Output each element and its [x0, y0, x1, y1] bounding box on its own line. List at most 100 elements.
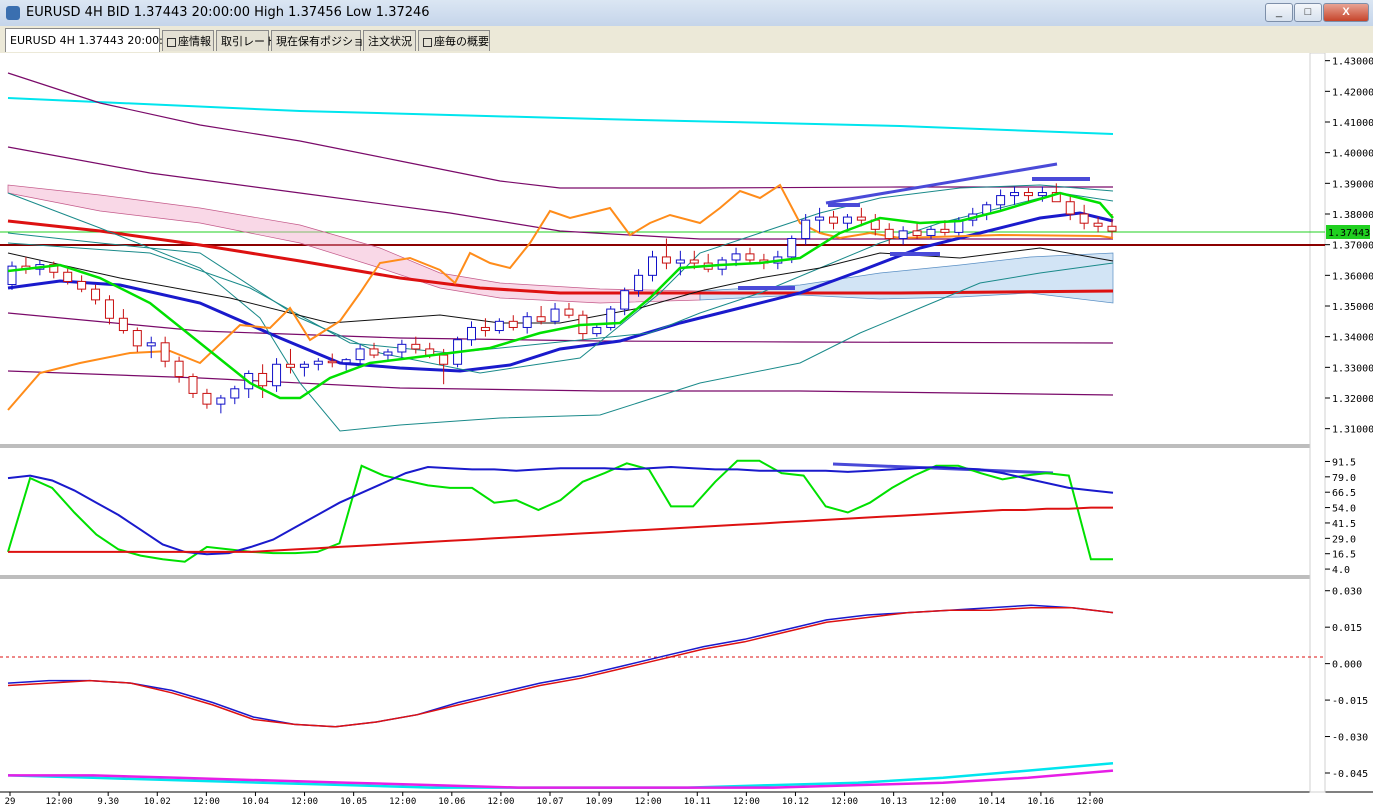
stoch-tick-label: 41.5	[1332, 519, 1356, 530]
time-tick-label: 12:00	[1076, 797, 1103, 807]
macd-tick-label: -0.045	[1332, 769, 1368, 780]
candle-body	[634, 274, 644, 292]
candle-body	[174, 360, 184, 378]
price-tick-label: 1.39000	[1332, 179, 1373, 190]
stoch-tick-label: 29.0	[1332, 534, 1356, 545]
candle-body	[1010, 192, 1020, 197]
stoch-tick-label: 54.0	[1332, 504, 1356, 515]
time-tick-label: 12:00	[635, 797, 662, 807]
tab-trade-rates[interactable]: 取引レート	[216, 30, 276, 51]
candle-body	[856, 216, 866, 221]
tab-label: 現在保有ポジション	[276, 35, 375, 48]
candle-body	[731, 253, 741, 261]
candle-body	[63, 271, 73, 282]
candle-body	[466, 326, 476, 341]
price-tick-label: 1.43000	[1332, 57, 1373, 68]
tab-open-positions[interactable]: 現在保有ポジション	[271, 30, 375, 51]
candle-body	[842, 216, 852, 224]
window-title: EURUSD 4H BID 1.37443 20:00:00 High 1.37…	[26, 5, 430, 20]
price-tick-label: 1.41000	[1332, 118, 1373, 129]
candle-body	[160, 342, 170, 362]
price-tick-label: 1.31000	[1332, 425, 1373, 436]
time-tick-label: 10.14	[978, 797, 1005, 807]
tab-label: 座情報	[178, 35, 211, 48]
tab-label: 取引レート	[221, 35, 276, 48]
price-tick-label: 1.36000	[1332, 271, 1373, 282]
candle-body	[411, 343, 421, 350]
time-tick-label: 10.09	[586, 797, 613, 807]
time-tick-label: 12:00	[487, 797, 514, 807]
candle-body	[1093, 222, 1103, 227]
candle-body	[661, 256, 671, 264]
time-tick-label: 10.04	[242, 797, 269, 807]
candle-body	[383, 351, 393, 356]
candle-body	[648, 256, 658, 276]
tab-chart[interactable]: EURUSD 4H 1.37443 20:00:00	[5, 28, 177, 52]
window-titlebar[interactable]: EURUSD 4H BID 1.37443 20:00:00 High 1.37…	[0, 0, 1373, 27]
stoch-tick-label: 79.0	[1332, 473, 1356, 484]
time-tick-label: 10.05	[340, 797, 367, 807]
candle-body	[341, 359, 351, 364]
tab-bar: EURUSD 4H 1.37443 20:00:00 座情報 取引レート 現在保…	[0, 26, 1373, 54]
tab-orders[interactable]: 注文状況	[363, 30, 416, 51]
candle-body	[132, 330, 142, 347]
candle-body	[675, 259, 685, 264]
candle-body	[912, 230, 922, 236]
candle-body	[550, 308, 560, 322]
candle-body	[898, 230, 908, 240]
time-tick-label: 12:00	[46, 797, 73, 807]
checkbox-icon	[167, 37, 176, 47]
candle-body	[285, 363, 295, 368]
candle-body	[801, 219, 811, 240]
time-tick-label: 10.07	[536, 797, 563, 807]
close-button[interactable]: X	[1323, 3, 1369, 22]
candle-body	[745, 253, 755, 261]
stoch-tick-label: 16.5	[1332, 550, 1356, 561]
stoch-tick-label: 91.5	[1332, 457, 1356, 468]
pane-separator[interactable]	[0, 444, 1325, 448]
chart-area[interactable]: 1.43000 1.42000 1.41000 1.40000 1.39000 1.380…	[0, 53, 1373, 810]
time-tick-label: 9.30	[97, 797, 119, 807]
candle-body	[397, 343, 407, 353]
pane-separator[interactable]	[0, 575, 1325, 579]
checkbox-icon	[423, 37, 432, 47]
candle-body	[480, 326, 490, 332]
price-tick-label: 1.33000	[1332, 363, 1373, 374]
time-tick-label: 10.02	[144, 797, 171, 807]
vertical-scrollbar[interactable]	[1309, 53, 1326, 793]
candle-body	[355, 348, 365, 361]
time-tick-label: 12:00	[831, 797, 858, 807]
candle-body	[536, 316, 546, 322]
candle-body	[77, 280, 87, 290]
macd-tick-label: -0.015	[1332, 696, 1368, 707]
candle-body	[787, 238, 797, 258]
candle-body	[202, 392, 212, 405]
macd-tick-label: 0.000	[1332, 660, 1362, 671]
tab-account-info[interactable]: 座情報	[162, 30, 214, 51]
candle-body	[1079, 213, 1089, 224]
price-tick-label: 1.34000	[1332, 333, 1373, 344]
candle-body	[439, 354, 449, 365]
candle-body	[494, 320, 504, 332]
candle-body	[327, 360, 337, 364]
candle-body	[689, 259, 699, 264]
maximize-button[interactable]: □	[1294, 3, 1322, 22]
candle-body	[564, 308, 574, 316]
macd-tick-label: 0.015	[1332, 623, 1362, 634]
price-tick-label: 1.32000	[1332, 394, 1373, 405]
time-tick-label: 10.13	[880, 797, 907, 807]
candle-body	[522, 316, 532, 328]
candle-body	[829, 216, 839, 224]
tab-label: EURUSD 4H 1.37443 20:00:00	[10, 34, 177, 47]
minimize-button[interactable]: _	[1265, 3, 1293, 22]
tab-label: 座毎の概要	[434, 35, 489, 48]
time-tick-label: 12:00	[291, 797, 318, 807]
candle-body	[313, 360, 323, 365]
tab-account-summary[interactable]: 座毎の概要	[418, 30, 490, 51]
candle-body	[230, 388, 240, 399]
time-tick-label: 10.16	[1027, 797, 1054, 807]
stoch-tick-label: 66.5	[1332, 488, 1356, 499]
price-tick-label: 1.35000	[1332, 302, 1373, 313]
candle-body	[216, 397, 226, 405]
price-tick-label: 1.38000	[1332, 210, 1373, 221]
